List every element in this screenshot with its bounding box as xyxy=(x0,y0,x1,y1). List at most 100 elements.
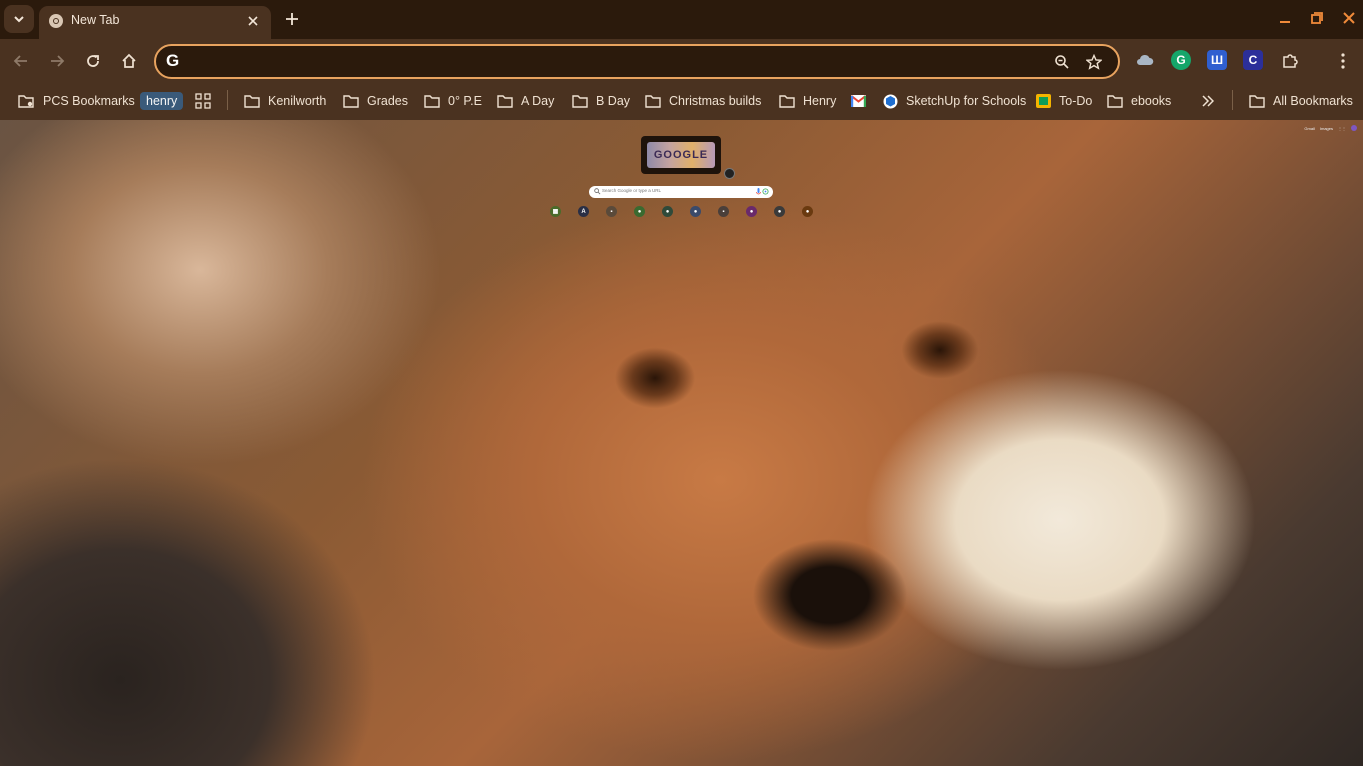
bookmark-apps[interactable] xyxy=(195,90,219,112)
double-chevron-right-icon xyxy=(1202,95,1214,107)
chrome-menu-button[interactable] xyxy=(1331,49,1355,73)
minimize-icon xyxy=(1280,21,1290,23)
blue-extension-icon: Ш xyxy=(1210,53,1224,67)
bookmark-label: SketchUp for Schools xyxy=(906,94,1027,108)
chevron-down-icon xyxy=(14,16,24,23)
chrome-icon xyxy=(49,14,63,28)
back-button[interactable] xyxy=(9,49,33,73)
shortcut-tile[interactable]: ● xyxy=(802,206,813,217)
shortcut-tile[interactable]: ● xyxy=(634,206,645,217)
zoom-icon xyxy=(1055,55,1069,69)
shortcut-tile[interactable]: A xyxy=(578,206,589,217)
reload-icon xyxy=(87,55,99,67)
grammarly-extension-button[interactable]: G xyxy=(1171,50,1191,70)
forward-button[interactable] xyxy=(45,49,69,73)
ntp-corner-links: Gmail Images ⋮⋮ xyxy=(1304,125,1357,131)
address-bar[interactable]: G xyxy=(154,44,1120,79)
folder-icon xyxy=(1107,95,1123,108)
bookmark-sketchup[interactable]: SketchUp for Schools xyxy=(883,90,1026,112)
shortcut-tile[interactable]: ● xyxy=(774,206,785,217)
shortcut-icon: ● xyxy=(665,208,670,215)
extension-c-button[interactable]: C xyxy=(1243,50,1263,70)
doodle-share-button[interactable] xyxy=(724,168,735,179)
shortcut-tile[interactable]: ▪ xyxy=(718,206,729,217)
bookmarks-overflow-button[interactable] xyxy=(1202,90,1222,112)
google-lens-icon[interactable] xyxy=(762,188,769,195)
images-link[interactable]: Images xyxy=(1320,126,1333,131)
bookmark-folder-ebooks[interactable]: ebooks xyxy=(1107,90,1171,112)
bookmark-label: A Day xyxy=(521,94,555,108)
home-button[interactable] xyxy=(117,49,141,73)
extensions-menu-button[interactable] xyxy=(1278,49,1302,73)
google-doodle[interactable]: GOOGLE xyxy=(641,136,721,174)
bookmark-pcs-bookmarks[interactable]: PCS Bookmarks xyxy=(18,90,135,112)
new-tab-button[interactable] xyxy=(281,8,303,30)
folder-icon xyxy=(1249,95,1265,108)
new-tab-page-background: Gmail Images ⋮⋮ GOOGLE Search Google or … xyxy=(0,120,1363,766)
shortcut-icon: ● xyxy=(777,208,782,215)
folder-icon xyxy=(343,95,359,108)
shortcut-icon: ▪ xyxy=(722,208,725,215)
gmail-link[interactable]: Gmail xyxy=(1304,126,1314,131)
bookmark-folder-christmas-builds[interactable]: Christmas builds xyxy=(645,90,761,112)
back-arrow-icon xyxy=(13,55,27,67)
bookmark-folder-pe[interactable]: 0° P.E xyxy=(424,90,482,112)
microphone-icon[interactable] xyxy=(756,188,761,196)
bookmark-folder-henry[interactable]: Henry xyxy=(779,90,836,112)
folder-icon xyxy=(572,95,588,108)
shortcut-icon: ● xyxy=(805,208,810,215)
grammarly-icon: G xyxy=(1176,53,1186,67)
zoom-button[interactable] xyxy=(1052,52,1072,72)
bookmark-folder-b-day[interactable]: B Day xyxy=(572,90,630,112)
shortcut-icon: ▦ xyxy=(552,209,559,215)
bookmark-label: All Bookmarks xyxy=(1273,94,1353,108)
bookmark-label: Henry xyxy=(803,94,837,108)
bookmark-folder-kenilworth[interactable]: Kenilworth xyxy=(244,90,326,112)
apps-grid-icon[interactable]: ⋮⋮ xyxy=(1338,126,1346,131)
bookmarks-bar: PCS Bookmarks henry Kenilworth Grades 0°… xyxy=(0,83,1363,120)
cloud-icon xyxy=(1137,54,1154,65)
bookmark-label: 0° P.E xyxy=(448,94,482,108)
shortcut-tile[interactable]: ● xyxy=(690,206,701,217)
ntp-search-box[interactable]: Search Google or type a URL xyxy=(589,186,773,198)
search-icon xyxy=(594,188,601,195)
bookmark-label: ebooks xyxy=(1131,94,1172,108)
todo-icon xyxy=(1036,94,1051,108)
google-g-icon: G xyxy=(166,51,180,70)
shortcut-tile[interactable]: ● xyxy=(662,206,673,217)
address-input[interactable] xyxy=(192,50,1056,74)
extension-cloud-button[interactable] xyxy=(1135,50,1155,70)
bookmark-label: Kenilworth xyxy=(268,94,327,108)
minimize-button[interactable] xyxy=(1274,8,1296,28)
bookmark-label: To-Do xyxy=(1059,94,1093,108)
shortcut-tile[interactable]: ● xyxy=(746,206,757,217)
reload-button[interactable] xyxy=(81,49,105,73)
bookmark-henry-pill[interactable]: henry xyxy=(140,90,184,112)
shortcut-icon: ● xyxy=(637,208,642,215)
ntp-search-placeholder: Search Google or type a URL xyxy=(602,188,662,193)
restore-button[interactable] xyxy=(1306,8,1328,28)
tab-new-tab[interactable]: New Tab xyxy=(39,6,271,39)
bookmark-todo[interactable]: To-Do xyxy=(1036,90,1092,112)
tab-strip: New Tab xyxy=(0,0,1363,39)
folder-icon xyxy=(497,95,513,108)
close-window-button[interactable] xyxy=(1338,8,1360,28)
shortcut-tile[interactable]: ▦ xyxy=(550,206,561,217)
account-avatar[interactable] xyxy=(1351,125,1357,131)
extension-blue-button[interactable]: Ш xyxy=(1207,50,1227,70)
close-tab-button[interactable] xyxy=(244,12,262,30)
bookmark-gmail[interactable] xyxy=(851,90,874,112)
bookmark-star-button[interactable] xyxy=(1084,52,1104,72)
shortcut-icon: ● xyxy=(749,208,754,215)
more-vert-icon xyxy=(1341,53,1345,69)
bookmark-label: Grades xyxy=(367,94,408,108)
restore-icon xyxy=(1311,12,1323,24)
all-bookmarks-button[interactable]: All Bookmarks xyxy=(1249,90,1353,112)
c-extension-icon: C xyxy=(1248,53,1258,67)
apps-grid-icon xyxy=(195,93,211,109)
bookmark-label: PCS Bookmarks xyxy=(43,94,135,108)
tab-search-button[interactable] xyxy=(4,5,34,33)
shortcut-tile[interactable]: ▪ xyxy=(606,206,617,217)
bookmark-folder-grades[interactable]: Grades xyxy=(343,90,408,112)
bookmark-folder-a-day[interactable]: A Day xyxy=(497,90,554,112)
